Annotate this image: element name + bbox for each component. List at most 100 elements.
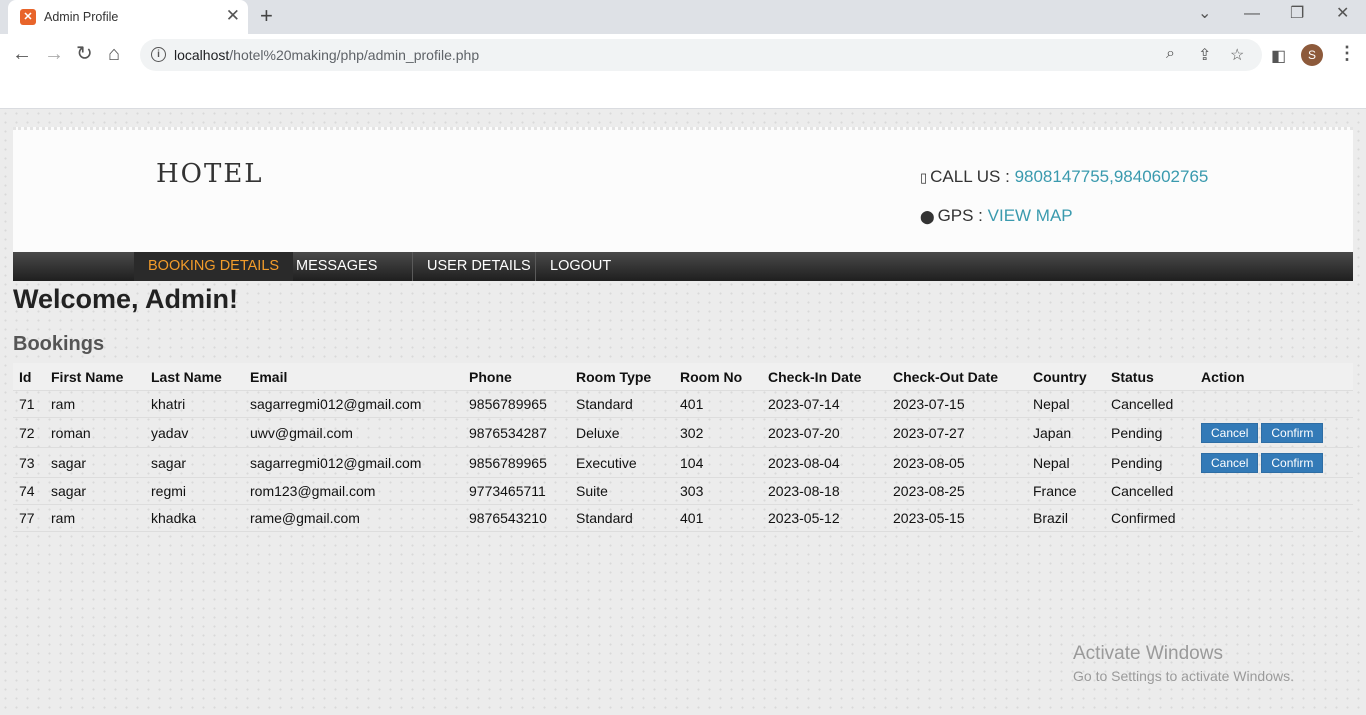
cell-status: Pending: [1105, 417, 1195, 448]
site-info-icon[interactable]: i: [151, 47, 166, 62]
tab-search-chevron-icon[interactable]: ⌄: [1198, 5, 1211, 23]
col-action: Action: [1195, 363, 1353, 391]
cell-phone: 9876534287: [463, 417, 570, 448]
cancel-button[interactable]: Cancel: [1201, 452, 1259, 473]
cell-check-in: 2023-05-12: [762, 504, 887, 532]
gps-line: ⬤ GPS : VIEW MAP: [920, 206, 1073, 226]
reload-icon[interactable]: ↻: [76, 43, 93, 65]
cell-room-no: 302: [674, 417, 762, 448]
cell-room-type: Standard: [570, 390, 674, 418]
cell-id: 72: [13, 417, 45, 448]
table-row: 71 ram khatri sagarregmi012@gmail.com 98…: [13, 390, 1353, 418]
cell-room-no: 401: [674, 504, 762, 532]
nav-messages[interactable]: MESSAGES: [282, 252, 391, 281]
activate-windows-title: Activate Windows: [1073, 643, 1223, 664]
page-body: HOTEL ▯ CALL US : 9808147755,9840602765 ⬤…: [0, 109, 1366, 715]
browser-tabstrip: ✕ Admin Profile ✕ + ⌄ — ❐ ✕: [0, 0, 1366, 34]
cell-first-name: ram: [45, 504, 145, 532]
cell-room-type: Suite: [570, 477, 674, 505]
profile-avatar[interactable]: S: [1301, 44, 1323, 66]
col-room-no: Room No: [674, 363, 762, 391]
cell-last-name: sagar: [145, 447, 244, 478]
phone-icon: ▯: [920, 170, 928, 185]
cell-phone: 9856789965: [463, 390, 570, 418]
cell-room-type: Executive: [570, 447, 674, 478]
forward-arrow-icon[interactable]: →: [44, 43, 64, 65]
home-icon[interactable]: ⌂: [108, 43, 120, 65]
col-last-name: Last Name: [145, 363, 244, 391]
col-status: Status: [1105, 363, 1195, 391]
new-tab-button[interactable]: +: [260, 5, 273, 27]
cell-id: 74: [13, 477, 45, 505]
bookmark-star-icon[interactable]: ☆: [1230, 45, 1244, 65]
cell-first-name: sagar: [45, 477, 145, 505]
cell-email: sagarregmi012@gmail.com: [244, 447, 463, 478]
cell-check-in: 2023-07-14: [762, 390, 887, 418]
cell-check-in: 2023-08-04: [762, 447, 887, 478]
cell-id: 73: [13, 447, 45, 478]
url-host: localhost: [174, 47, 230, 63]
cell-phone: 9856789965: [463, 447, 570, 478]
cell-check-in: 2023-08-18: [762, 477, 887, 505]
restore-icon[interactable]: ❐: [1290, 5, 1304, 23]
minimize-icon[interactable]: —: [1244, 5, 1260, 23]
browser-tab[interactable]: ✕ Admin Profile ✕: [8, 0, 248, 34]
confirm-button[interactable]: Confirm: [1261, 422, 1324, 443]
site-logo[interactable]: HOTEL: [156, 159, 264, 189]
cell-last-name: khatri: [145, 390, 244, 418]
view-map-link[interactable]: VIEW MAP: [988, 206, 1073, 225]
cell-id: 71: [13, 390, 45, 418]
cell-check-out: 2023-05-15: [887, 504, 1027, 532]
url-path: /hotel%20making/php/admin_profile.php: [229, 47, 480, 63]
nav-logout[interactable]: LOGOUT: [535, 252, 625, 281]
cell-action: Cancel Confirm: [1195, 417, 1353, 448]
nav-booking-details[interactable]: BOOKING DETAILS: [134, 252, 294, 281]
call-us-line: ▯ CALL US : 9808147755,9840602765: [920, 167, 1208, 187]
cell-country: France: [1027, 477, 1105, 505]
col-id: Id: [13, 363, 45, 391]
call-us-label: CALL US :: [930, 167, 1015, 186]
cell-room-type: Deluxe: [570, 417, 674, 448]
map-pin-icon: ⬤: [920, 209, 935, 224]
confirm-button[interactable]: Confirm: [1261, 452, 1324, 473]
cell-room-no: 303: [674, 477, 762, 505]
activate-windows-subtitle: Go to Settings to activate Windows.: [1073, 668, 1294, 684]
cell-status: Cancelled: [1105, 390, 1195, 418]
table-row: 77 ram khadka rame@gmail.com 9876543210 …: [13, 504, 1353, 532]
cancel-button[interactable]: Cancel: [1201, 422, 1259, 443]
bookings-table: Id First Name Last Name Email Phone Room…: [13, 363, 1353, 532]
cell-status: Confirmed: [1105, 504, 1195, 532]
cell-action: [1195, 390, 1353, 418]
cell-last-name: khadka: [145, 504, 244, 532]
tab-close-icon[interactable]: ✕: [226, 7, 240, 25]
site-header: HOTEL ▯ CALL US : 9808147755,9840602765 ⬤…: [13, 127, 1353, 255]
side-panel-icon[interactable]: ◧: [1271, 46, 1286, 66]
table-row: 72 roman yadav uwv@gmail.com 9876534287 …: [13, 417, 1353, 448]
back-arrow-icon[interactable]: ←: [12, 43, 32, 65]
gps-label: GPS :: [937, 206, 988, 225]
cell-check-out: 2023-08-05: [887, 447, 1027, 478]
cell-status: Pending: [1105, 447, 1195, 478]
cell-check-out: 2023-07-27: [887, 417, 1027, 448]
address-bar[interactable]: i localhost/hotel%20making/php/admin_pro…: [140, 39, 1262, 71]
cell-country: Japan: [1027, 417, 1105, 448]
cell-email: rame@gmail.com: [244, 504, 463, 532]
nav-user-details[interactable]: USER DETAILS: [412, 252, 545, 281]
url-text[interactable]: localhost/hotel%20making/php/admin_profi…: [174, 47, 479, 63]
welcome-heading: Welcome, Admin!: [13, 284, 239, 314]
col-check-out: Check-Out Date: [887, 363, 1027, 391]
close-window-icon[interactable]: ✕: [1336, 5, 1349, 23]
share-icon[interactable]: ⇪: [1198, 45, 1211, 65]
browser-menu-icon[interactable]: ⋮: [1338, 43, 1356, 64]
col-first-name: First Name: [45, 363, 145, 391]
bookings-heading: Bookings: [13, 333, 105, 355]
table-header-row: Id First Name Last Name Email Phone Room…: [13, 363, 1353, 391]
xampp-favicon-icon: ✕: [20, 9, 36, 25]
cell-phone: 9876543210: [463, 504, 570, 532]
zoom-icon[interactable]: ⌕: [1166, 45, 1175, 63]
cell-first-name: ram: [45, 390, 145, 418]
col-check-in: Check-In Date: [762, 363, 887, 391]
main-nav: BOOKING DETAILS MESSAGES USER DETAILS LO…: [13, 252, 1353, 281]
tab-title: Admin Profile: [44, 10, 119, 24]
cell-action: Cancel Confirm: [1195, 447, 1353, 478]
